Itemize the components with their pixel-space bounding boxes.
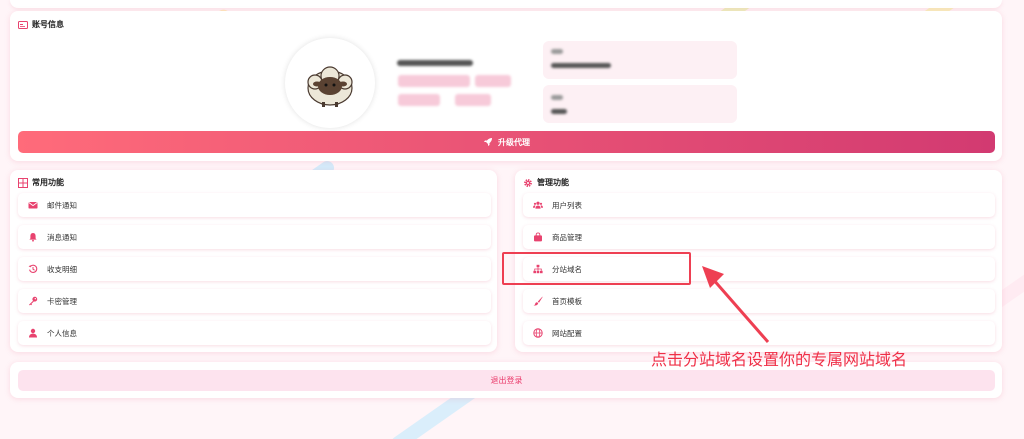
menu-item-label: 网站配置 [552,328,582,338]
info-box-1 [543,41,737,79]
info-box-2 [543,85,737,123]
tag-blurred-4 [455,94,491,106]
history-icon [28,264,38,273]
id-card-icon [18,20,28,29]
menu-item-label: 邮件通知 [47,200,77,210]
info-label-blurred-1 [551,49,563,54]
common-functions-title-text: 常用功能 [32,178,64,187]
key-icon [29,296,38,306]
user-icon [29,328,37,338]
management-title-text: 管理功能 [537,178,569,187]
upgrade-agent-button[interactable]: 升级代理 [18,131,995,153]
common-functions-title: 常用功能 [18,177,64,188]
menu-item-label: 消息通知 [47,232,77,242]
tag-blurred-2 [475,75,511,87]
account-card-title: 账号信息 [18,19,64,30]
account-title-text: 账号信息 [32,20,64,29]
annotation-arrow [702,266,770,343]
menu-item-label: 收支明细 [47,264,77,274]
brush-icon [533,296,543,306]
info-label-blurred-2 [551,95,563,100]
grid-icon [18,177,28,188]
menu-item-email-notice[interactable]: 邮件通知 [18,193,491,217]
upgrade-agent-label: 升级代理 [498,137,530,147]
info-value-blurred-1 [551,63,611,68]
logout-button[interactable]: 退出登录 [18,370,995,391]
bell-icon [29,233,37,242]
menu-item-message-notice[interactable]: 消息通知 [18,225,491,249]
menu-item-income-expense[interactable]: 收支明细 [18,257,491,281]
gear-icon [524,178,532,187]
bag-icon [534,232,542,242]
username-blurred [397,60,473,66]
tag-blurred-1 [398,75,470,87]
logout-label: 退出登录 [490,376,523,385]
top-strip [10,0,1002,8]
menu-item-label: 首页模板 [552,296,582,306]
rocket-icon [484,138,492,146]
menu-item-product-management[interactable]: 商品管理 [523,225,995,249]
avatar[interactable] [285,38,375,128]
globe-icon [533,328,543,338]
mail-icon [28,202,38,209]
highlight-box [502,252,691,285]
menu-item-label: 个人信息 [47,328,77,338]
info-value-blurred-2 [551,109,567,114]
menu-item-personal-info[interactable]: 个人信息 [18,321,491,345]
menu-item-user-list[interactable]: 用户列表 [523,193,995,217]
menu-item-card-management[interactable]: 卡密管理 [18,289,491,313]
annotation-text: 点击分站域名设置你的专属网站域名 [651,350,908,369]
menu-item-label: 用户列表 [552,200,582,210]
tag-blurred-3 [398,94,440,106]
sheep-avatar-icon [307,66,353,107]
menu-item-label: 商品管理 [552,232,582,242]
management-title: 管理功能 [523,177,569,188]
users-icon [533,201,543,209]
menu-item-label: 卡密管理 [47,296,77,306]
